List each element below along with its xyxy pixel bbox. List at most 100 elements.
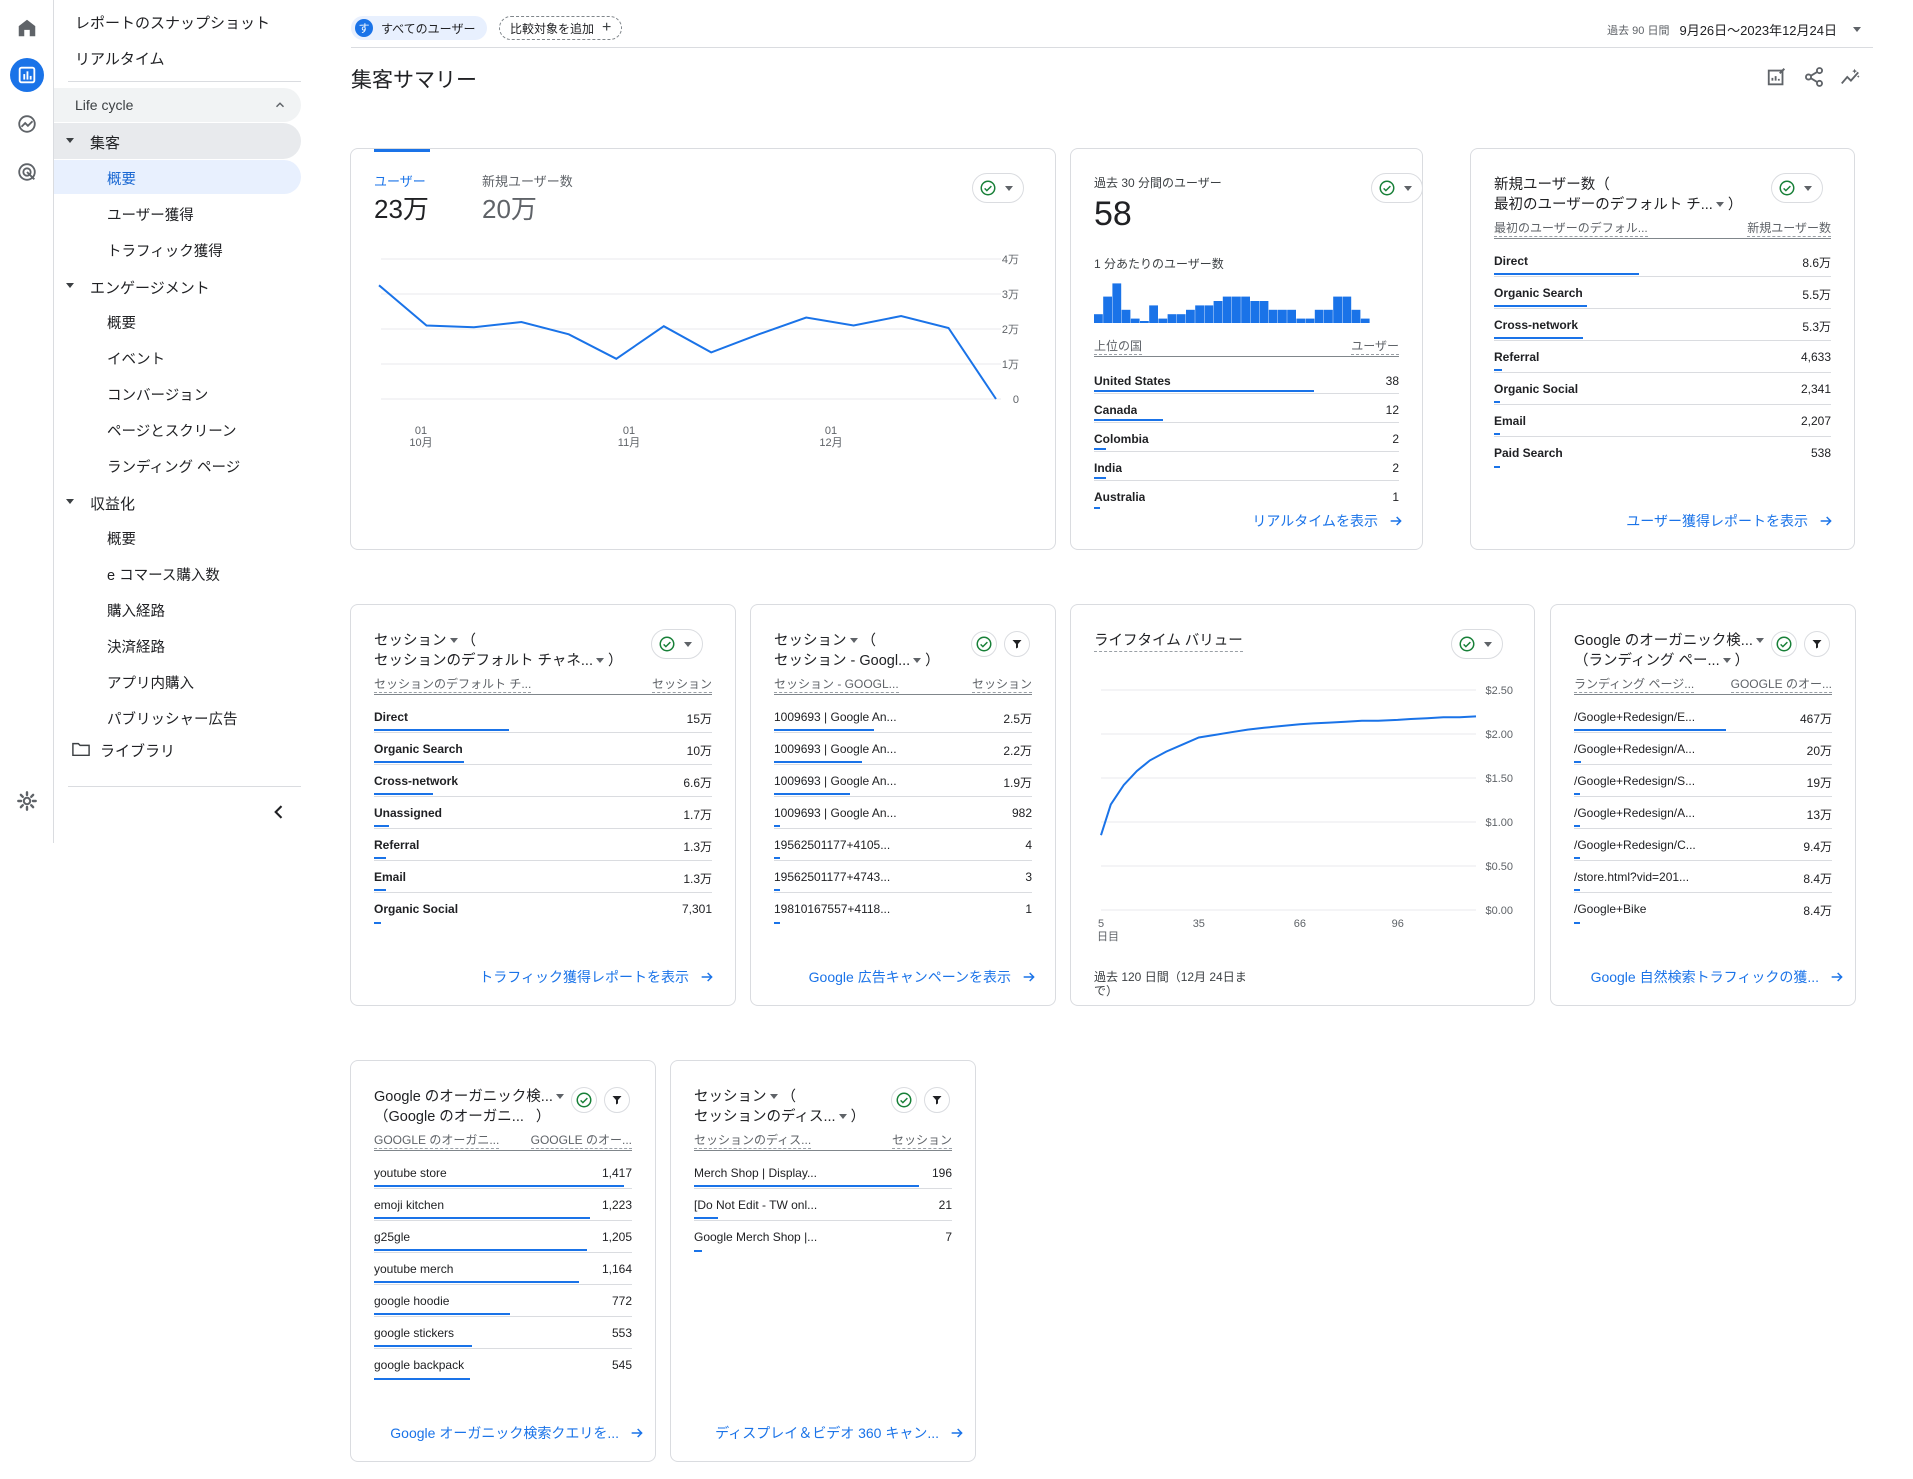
table-row[interactable]: Organic Search 10万 — [374, 733, 712, 765]
view-organic-queries-link[interactable]: Google オーガニック検索クエリを... — [390, 1423, 645, 1443]
tab-users-label[interactable]: ユーザー — [374, 171, 426, 190]
dimension-selector[interactable]: 最初のユーザーのデフォルト チ... — [1494, 197, 1713, 213]
caret-down-icon[interactable] — [769, 1094, 778, 1099]
card-status-chip[interactable] — [972, 173, 1024, 203]
ltv-title[interactable]: ライフタイム バリュー — [1094, 631, 1243, 652]
table-row[interactable]: /Google+Redesign/A... 20万 — [1574, 733, 1832, 765]
sidebar-item-in-app-purchases[interactable]: アプリ内購入 — [54, 664, 301, 698]
dimension-selector[interactable]: （Google のオーガニ... — [374, 1109, 524, 1125]
column-header[interactable]: セッションのデフォルト チ... — [374, 675, 532, 693]
home-nav-button[interactable] — [10, 11, 44, 45]
admin-nav-button[interactable] — [10, 784, 44, 818]
table-row[interactable]: [Do Not Edit - TW onl... 21 — [694, 1189, 952, 1221]
caret-down-icon[interactable] — [449, 638, 458, 643]
table-row[interactable]: Merch Shop | Display... 196 — [694, 1157, 952, 1189]
table-row[interactable]: Organic Social 7,301 — [374, 893, 712, 925]
table-row[interactable]: Direct 15万 — [374, 701, 712, 733]
caret-down-icon[interactable] — [838, 1114, 847, 1119]
column-header[interactable]: セッション — [891, 1131, 952, 1149]
metric-selector[interactable]: セッション — [774, 633, 847, 649]
lifecycle-collection[interactable]: Life cycle — [54, 88, 301, 122]
date-range-picker[interactable]: 過去 90 日間 9月26日～2023年12月24日 — [1607, 20, 1861, 39]
caret-down-icon[interactable] — [1715, 202, 1724, 207]
filter-button[interactable] — [1004, 631, 1030, 657]
sidebar-item-publisher-ads[interactable]: パブリッシャー広告 — [54, 700, 301, 734]
card-status-button[interactable] — [891, 1087, 917, 1113]
table-row[interactable]: google hoodie 772 — [374, 1285, 632, 1317]
card-status-chip[interactable] — [1451, 629, 1503, 659]
dimension-selector[interactable]: セッションのディス... — [694, 1109, 836, 1125]
add-comparison-button[interactable]: 比較対象を追加 + — [499, 16, 623, 40]
dimension-selector[interactable]: セッションのデフォルト チャネ... — [374, 653, 593, 669]
table-row[interactable]: google backpack 545 — [374, 1349, 632, 1381]
column-header[interactable]: GOOGLE のオー... — [1730, 675, 1832, 693]
view-display-video-link[interactable]: ディスプレイ＆ビデオ 360 キャン... — [715, 1423, 965, 1443]
filter-button[interactable] — [924, 1087, 950, 1113]
caret-down-icon[interactable] — [1755, 638, 1764, 643]
table-row[interactable]: 1009693 | Google An... 2.2万 — [774, 733, 1032, 765]
table-row[interactable]: youtube merch 1,164 — [374, 1253, 632, 1285]
column-header[interactable]: ユーザー — [1351, 337, 1399, 355]
tab-new-users-value[interactable]: 20万 — [482, 189, 537, 226]
view-organic-traffic-link[interactable]: Google 自然検索トラフィックの獲... — [1591, 967, 1845, 987]
column-header[interactable]: セッション — [651, 675, 712, 693]
share-icon[interactable] — [1803, 66, 1825, 88]
column-header[interactable]: セッションのディス... — [694, 1131, 812, 1149]
filter-button[interactable] — [1804, 631, 1830, 657]
sidebar-item-conversions[interactable]: コンバージョン — [54, 376, 301, 410]
table-row[interactable]: /Google+Redesign/C... 9.4万 — [1574, 829, 1832, 861]
sidebar-item-user-acquisition[interactable]: ユーザー獲得 — [54, 196, 301, 230]
explore-nav-button[interactable] — [10, 107, 44, 141]
column-header[interactable]: GOOGLE のオー... — [530, 1131, 632, 1149]
view-google-ads-link[interactable]: Google 広告キャンペーンを表示 — [809, 967, 1037, 987]
table-row[interactable]: Australia 1 — [1094, 481, 1399, 510]
table-row[interactable]: youtube store 1,417 — [374, 1157, 632, 1189]
card-status-chip[interactable] — [1771, 173, 1823, 203]
caret-down-icon[interactable] — [1722, 658, 1731, 663]
table-row[interactable]: Paid Search 538 — [1494, 437, 1831, 469]
table-row[interactable]: Cross-network 5.3万 — [1494, 309, 1831, 341]
table-row[interactable]: 1009693 | Google An... 2.5万 — [774, 701, 1032, 733]
table-row[interactable]: Organic Social 2,341 — [1494, 373, 1831, 405]
table-row[interactable]: 1009693 | Google An... 982 — [774, 797, 1032, 829]
view-traffic-acquisition-link[interactable]: トラフィック獲得レポートを表示 — [479, 967, 715, 987]
table-row[interactable]: Email 2,207 — [1494, 405, 1831, 437]
sidebar-section-engagement[interactable]: エンゲージメント — [54, 268, 301, 304]
column-header[interactable]: セッション - GOOGL... — [774, 675, 899, 693]
sidebar-item-library[interactable]: ライブラリ — [54, 740, 175, 761]
column-header[interactable]: 新規ユーザー数 — [1747, 219, 1831, 237]
dimension-selector[interactable]: セッション - Googl... — [774, 653, 910, 669]
card-status-chip[interactable] — [1371, 173, 1422, 203]
table-row[interactable]: Canada 12 — [1094, 394, 1399, 423]
table-row[interactable]: /Google+Redesign/S... 19万 — [1574, 765, 1832, 797]
caret-down-icon[interactable] — [849, 638, 858, 643]
table-row[interactable]: 19562501177+4105... 4 — [774, 829, 1032, 861]
metric-selector[interactable]: Google のオーガニック検... — [374, 1089, 553, 1105]
tab-users-value[interactable]: 23万 — [374, 189, 429, 226]
metric-selector[interactable]: Google のオーガニック検... — [1574, 633, 1753, 649]
sidebar-item-events[interactable]: イベント — [54, 340, 301, 374]
table-row[interactable]: /Google+Redesign/A... 13万 — [1574, 797, 1832, 829]
metric-selector[interactable]: セッション — [374, 633, 447, 649]
caret-down-icon[interactable] — [913, 658, 922, 663]
sidebar-item-engagement-overview[interactable]: 概要 — [54, 304, 301, 338]
table-row[interactable]: google stickers 553 — [374, 1317, 632, 1349]
table-row[interactable]: /store.html?vid=201... 8.4万 — [1574, 861, 1832, 893]
all-users-chip[interactable]: す すべてのユーザー — [351, 16, 488, 40]
metric-selector[interactable]: セッション — [694, 1089, 767, 1105]
card-status-button[interactable] — [971, 631, 997, 657]
sidebar-item-realtime[interactable]: リアルタイム — [75, 48, 165, 69]
insights-icon[interactable] — [1839, 66, 1861, 88]
sidebar-item-ecommerce-purchases[interactable]: e コマース購入数 — [54, 556, 301, 590]
customize-report-icon[interactable] — [1766, 66, 1788, 88]
caret-down-icon[interactable] — [555, 1094, 564, 1099]
sidebar-item-checkout-journey[interactable]: 決済経路 — [54, 628, 301, 662]
table-row[interactable]: Referral 4,633 — [1494, 341, 1831, 373]
view-realtime-link[interactable]: リアルタイムを表示 — [1252, 511, 1404, 531]
table-row[interactable]: Direct 8.6万 — [1494, 245, 1831, 277]
card-status-button[interactable] — [1771, 631, 1797, 657]
collapse-sidebar-icon[interactable] — [269, 802, 289, 822]
table-row[interactable]: 19810167557+4118... 1 — [774, 893, 1032, 925]
table-row[interactable]: /Google+Bike 8.4万 — [1574, 893, 1832, 925]
sidebar-item-monetization-overview[interactable]: 概要 — [54, 520, 301, 554]
